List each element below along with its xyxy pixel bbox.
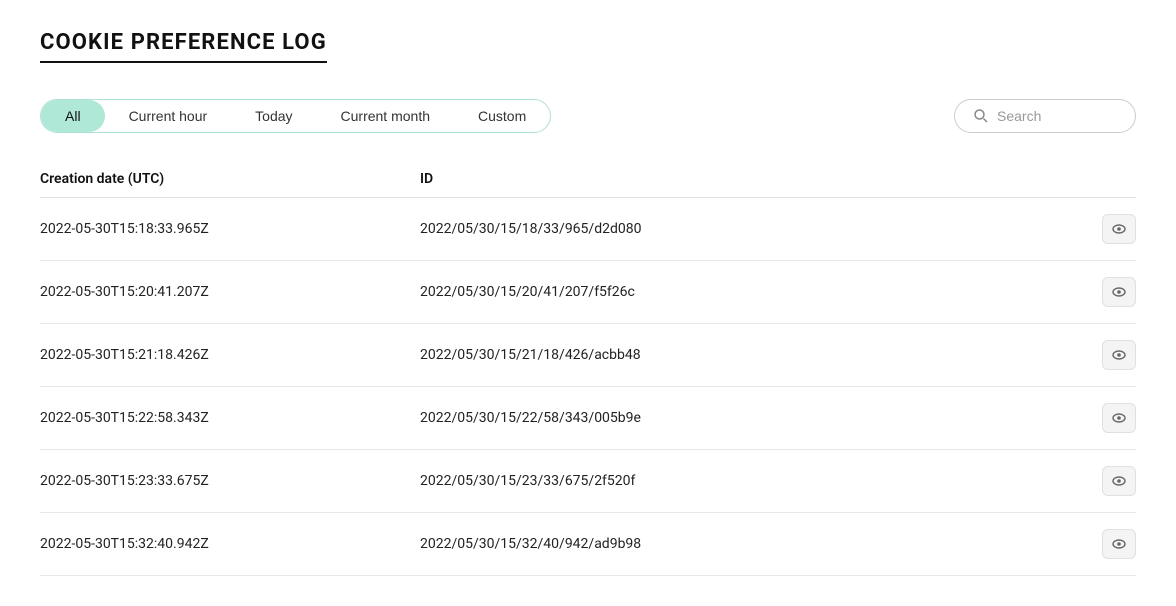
tab-today[interactable]: Today (231, 100, 316, 132)
filter-tabs: All Current hour Today Current month Cus… (40, 99, 551, 133)
cell-date: 2022-05-30T15:32:40.942Z (40, 536, 420, 552)
cell-date: 2022-05-30T15:22:58.343Z (40, 410, 420, 426)
tab-custom[interactable]: Custom (454, 100, 550, 132)
search-box (954, 99, 1136, 133)
eye-icon (1111, 221, 1127, 237)
cell-id: 2022/05/30/15/22/58/343/005b9e (420, 410, 1076, 426)
cell-id: 2022/05/30/15/23/33/675/2f520f (420, 473, 1076, 489)
toolbar: All Current hour Today Current month Cus… (40, 99, 1136, 133)
tab-current-month[interactable]: Current month (317, 100, 454, 132)
table-header: Creation date (UTC) ID (40, 161, 1136, 198)
eye-icon (1111, 284, 1127, 300)
cell-date: 2022-05-30T15:20:41.207Z (40, 284, 420, 300)
cell-date: 2022-05-30T15:18:33.965Z (40, 221, 420, 237)
table-row: 2022-05-30T15:23:33.675Z 2022/05/30/15/2… (40, 450, 1136, 513)
view-button[interactable] (1102, 529, 1136, 559)
table-row: 2022-05-30T15:20:41.207Z 2022/05/30/15/2… (40, 261, 1136, 324)
cell-date: 2022-05-30T15:23:33.675Z (40, 473, 420, 489)
cell-action (1076, 529, 1136, 559)
table: Creation date (UTC) ID 2022-05-30T15:18:… (40, 161, 1136, 576)
view-button[interactable] (1102, 340, 1136, 370)
search-input[interactable] (997, 108, 1117, 124)
eye-icon (1111, 536, 1127, 552)
search-icon (973, 108, 989, 124)
tab-all[interactable]: All (41, 100, 105, 132)
cell-action (1076, 214, 1136, 244)
cell-id: 2022/05/30/15/20/41/207/f5f26c (420, 284, 1076, 300)
view-button[interactable] (1102, 466, 1136, 496)
cell-action (1076, 466, 1136, 496)
cell-action (1076, 403, 1136, 433)
tab-current-hour[interactable]: Current hour (105, 100, 232, 132)
cell-id: 2022/05/30/15/21/18/426/acbb48 (420, 347, 1076, 363)
column-header-id: ID (420, 171, 1076, 187)
cell-action (1076, 277, 1136, 307)
column-header-date: Creation date (UTC) (40, 171, 420, 187)
eye-icon (1111, 473, 1127, 489)
view-button[interactable] (1102, 277, 1136, 307)
eye-icon (1111, 410, 1127, 426)
table-row: 2022-05-30T15:21:18.426Z 2022/05/30/15/2… (40, 324, 1136, 387)
view-button[interactable] (1102, 214, 1136, 244)
table-row: 2022-05-30T15:18:33.965Z 2022/05/30/15/1… (40, 198, 1136, 261)
table-row: 2022-05-30T15:22:58.343Z 2022/05/30/15/2… (40, 387, 1136, 450)
cell-action (1076, 340, 1136, 370)
view-button[interactable] (1102, 403, 1136, 433)
table-row: 2022-05-30T15:32:40.942Z 2022/05/30/15/3… (40, 513, 1136, 576)
eye-icon (1111, 347, 1127, 363)
cell-date: 2022-05-30T15:21:18.426Z (40, 347, 420, 363)
cell-id: 2022/05/30/15/32/40/942/ad9b98 (420, 536, 1076, 552)
page-title: COOKIE PREFERENCE LOG (40, 30, 327, 63)
cell-id: 2022/05/30/15/18/33/965/d2d080 (420, 221, 1076, 237)
table-body: 2022-05-30T15:18:33.965Z 2022/05/30/15/1… (40, 198, 1136, 576)
